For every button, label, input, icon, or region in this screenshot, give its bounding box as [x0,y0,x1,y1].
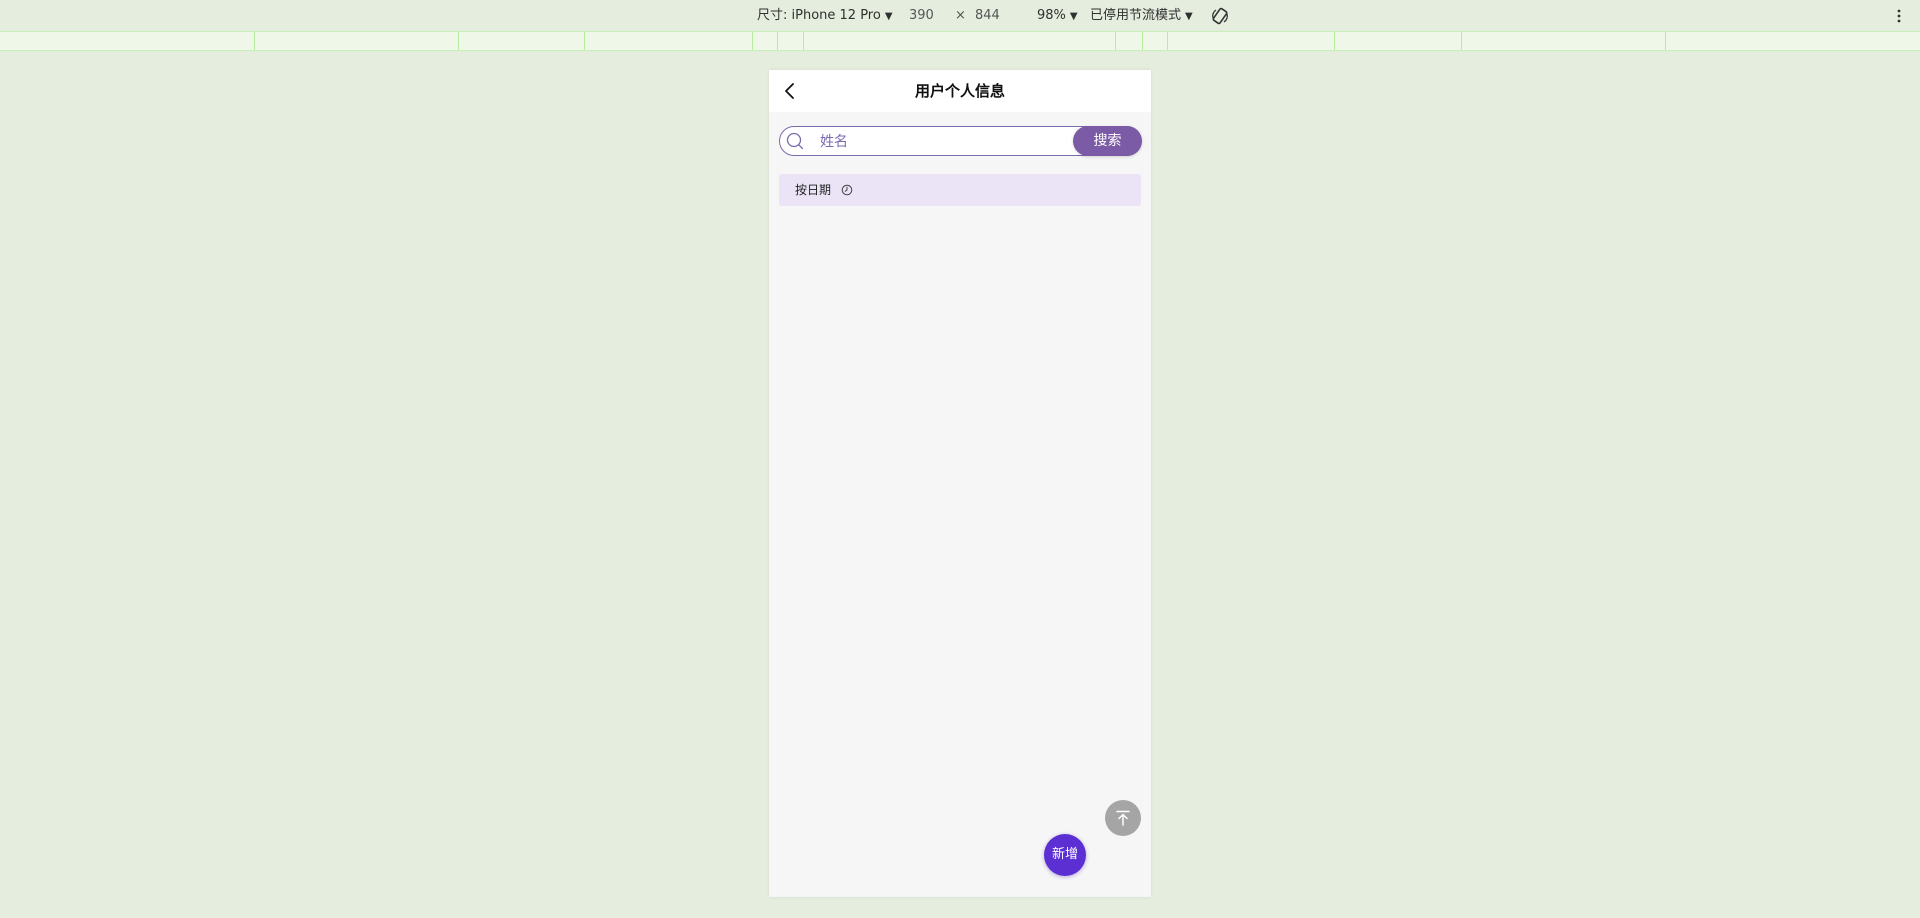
width-input[interactable]: 390 [909,0,934,31]
clock-icon [841,184,853,196]
ruler-divider [1142,32,1143,50]
caret-down-icon: ▼ [1069,11,1078,22]
zoom-dropdown[interactable]: 98% ▼ [1037,0,1078,31]
page-title: 用户个人信息 [914,82,1005,100]
ruler-divider [752,32,753,50]
ruler-divider [584,32,585,50]
times-symbol: × [955,8,966,23]
ruler-divider [777,32,778,50]
arrow-up-to-top-icon [1116,810,1130,826]
ruler-divider [803,32,804,50]
device-dimensions-dropdown[interactable]: 尺寸: iPhone 12 Pro ▼ [757,0,893,31]
more-vertical-icon[interactable] [1893,6,1905,26]
ruler-divider [1334,32,1335,50]
device-viewport: 用户个人信息 搜索 按日期 新增 [769,70,1151,897]
ruler-divider [1115,32,1116,50]
add-button[interactable]: 新增 [1044,834,1086,876]
search-icon [786,132,804,150]
device-dimensions-label: 尺寸: iPhone 12 Pro [757,8,881,23]
date-filter-label: 按日期 [795,183,832,197]
zoom-label: 98% [1037,8,1066,23]
ruler-divider [1461,32,1462,50]
media-query-ruler[interactable] [0,31,1920,51]
caret-down-icon: ▼ [884,11,893,22]
rotate-icon[interactable] [1210,6,1230,26]
height-input[interactable]: 844 [975,0,1000,31]
ruler-divider [458,32,459,50]
device-toolbar: 尺寸: iPhone 12 Pro ▼ 390 × 844 98% ▼ 已停用节流模… [0,0,1920,32]
throttle-label: 已停用节流模式 [1090,8,1182,23]
back-arrow-icon[interactable] [779,80,801,102]
ruler-divider [254,32,255,50]
ruler-divider [1665,32,1666,50]
throttle-dropdown[interactable]: 已停用节流模式 ▼ [1090,0,1193,31]
navbar: 用户个人信息 [769,70,1151,112]
search-button[interactable]: 搜索 [1073,126,1142,156]
search-input[interactable] [818,130,1062,154]
date-filter-bar[interactable]: 按日期 [779,174,1141,206]
ruler-divider [1167,32,1168,50]
back-to-top-button[interactable] [1105,800,1141,836]
caret-down-icon: ▼ [1185,11,1193,22]
